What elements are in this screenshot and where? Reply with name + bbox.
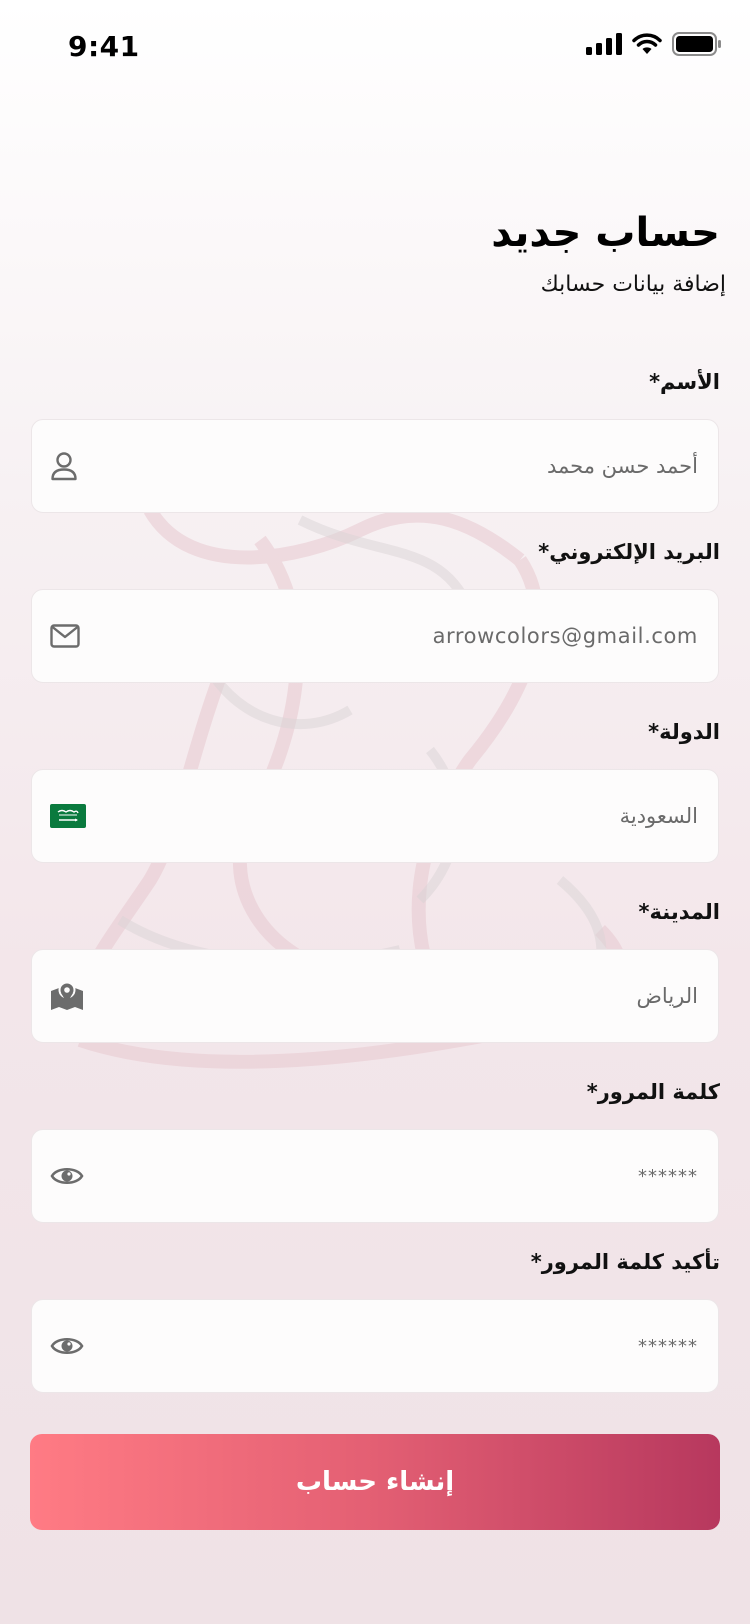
create-account-button[interactable]: إنشاء حساب	[30, 1434, 720, 1530]
user-icon	[50, 451, 78, 481]
country-select[interactable]: السعودية	[31, 769, 719, 863]
name-field[interactable]: أحمد حسن محمد	[31, 419, 719, 513]
password-label: كلمة المرور*	[586, 1080, 720, 1104]
status-time: 9:41	[68, 30, 140, 63]
confirm-password-value: ******	[638, 1335, 698, 1357]
city-value: الرياض	[636, 984, 698, 1008]
confirm-password-label: تأكيد كلمة المرور*	[530, 1250, 720, 1274]
status-icons	[586, 32, 722, 56]
country-value: السعودية	[619, 804, 698, 828]
country-label: الدولة*	[648, 720, 720, 744]
status-bar: 9:41	[0, 0, 750, 96]
mail-icon	[50, 624, 80, 648]
city-select[interactable]: الرياض	[31, 949, 719, 1043]
map-icon	[50, 981, 84, 1011]
email-field[interactable]: arrowcolors@gmail.com	[31, 589, 719, 683]
name-label: الأسم*	[649, 370, 720, 394]
password-field[interactable]: ******	[31, 1129, 719, 1223]
saudi-flag-icon	[50, 804, 86, 828]
eye-icon[interactable]	[50, 1334, 84, 1358]
eye-icon[interactable]	[50, 1164, 84, 1188]
wifi-icon	[632, 33, 662, 54]
email-label: البريد الإلكتروني*	[538, 540, 720, 564]
confirm-password-field[interactable]: ******	[31, 1299, 719, 1393]
page-subtitle: إضافة بيانات حسابك	[540, 272, 726, 297]
email-value: arrowcolors@gmail.com	[432, 624, 698, 648]
city-label: المدينة*	[638, 900, 720, 924]
signal-icon	[586, 33, 622, 55]
battery-icon	[672, 32, 721, 56]
password-value: ******	[638, 1165, 698, 1187]
name-value: أحمد حسن محمد	[547, 454, 698, 478]
page-title: حساب جديد	[491, 210, 720, 256]
